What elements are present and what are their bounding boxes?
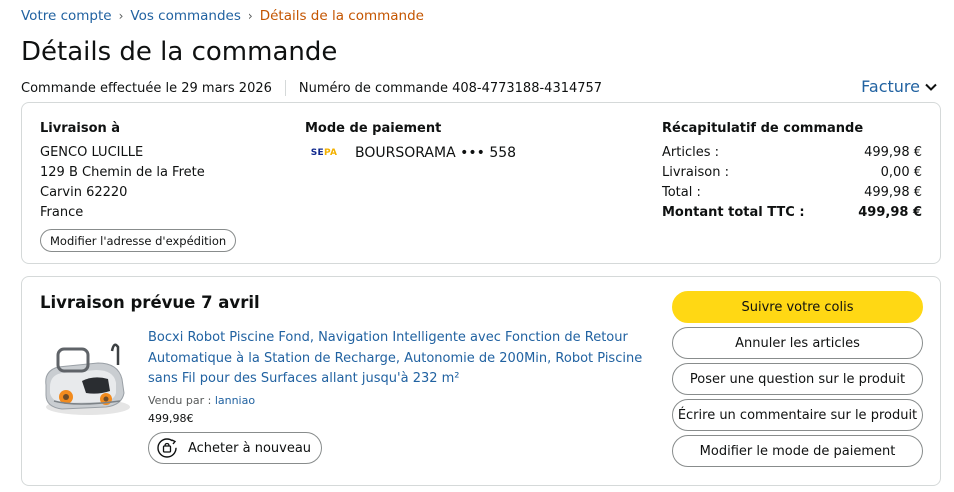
delivery-title: Livraison prévue 7 avril <box>40 293 260 312</box>
breadcrumb-your-account[interactable]: Votre compte <box>21 8 112 24</box>
meta-divider <box>284 80 286 96</box>
shipment-box: Livraison prévue 7 avril Bocxi Robot Pis… <box>21 276 941 486</box>
shipping-heading: Livraison à <box>40 121 121 136</box>
sepa-logo-icon: SE PA <box>305 144 343 162</box>
order-summary: Récapitulatif de commande Articles : 499… <box>662 120 922 223</box>
change-payment-button[interactable]: Modifier le mode de paiement <box>672 435 923 467</box>
breadcrumb: Votre compte › Vos commandes › Détails d… <box>21 8 424 24</box>
payment-method-text: BOURSORAMA ••• 558 <box>355 145 517 161</box>
summary-row-shipping: Livraison : 0,00 € <box>662 163 922 183</box>
write-review-button[interactable]: Écrire un commentaire sur le produit <box>672 399 923 431</box>
sepa-logo-text-2: PA <box>323 148 338 158</box>
summary-value: 0,00 € <box>880 165 922 180</box>
summary-value: 499,98 € <box>864 185 922 200</box>
order-date: Commande effectuée le 29 mars 2026 <box>21 80 272 96</box>
shipping-country: France <box>40 205 84 220</box>
sepa-logo-text-1: SE <box>310 148 324 158</box>
seller-link[interactable]: lanniao <box>215 394 255 407</box>
summary-row-grand-total: Montant total TTC : 499,98 € <box>662 203 922 223</box>
order-number: Numéro de commande 408-4773188-4314757 <box>298 80 603 96</box>
grand-total-label: Montant total TTC : <box>662 205 805 220</box>
shipping-name: GENCO LUCILLE <box>40 145 144 160</box>
payment-method: Mode de paiement SE PA BOURSORAMA ••• 558 <box>305 120 635 163</box>
summary-label: Livraison : <box>662 165 729 180</box>
breadcrumb-current: Détails de la commande <box>259 8 424 24</box>
shipping-street: 129 B Chemin de la Frete <box>40 165 205 180</box>
summary-row-total: Total : 499,98 € <box>662 183 922 203</box>
breadcrumb-separator: › <box>247 9 253 23</box>
chevron-down-icon <box>925 83 937 91</box>
cancel-items-button[interactable]: Annuler les articles <box>672 327 923 359</box>
reorder-icon <box>157 438 177 458</box>
product-info: Bocxi Robot Piscine Fond, Navigation Int… <box>148 328 648 425</box>
breadcrumb-your-orders[interactable]: Vos commandes <box>130 8 241 24</box>
shipping-city: Carvin 62220 <box>40 185 128 200</box>
sold-by: Vendu par : lanniao <box>148 394 648 407</box>
buy-again-button[interactable]: Acheter à nouveau <box>148 432 323 464</box>
page-title: Détails de la commande <box>21 37 338 67</box>
track-package-button[interactable]: Suivre votre colis <box>672 291 923 323</box>
shipment-actions: Suivre votre colis Annuler les articles … <box>672 291 923 471</box>
summary-label: Total : <box>662 185 701 200</box>
summary-value: 499,98 € <box>864 145 922 160</box>
breadcrumb-separator: › <box>118 9 124 23</box>
invoice-dropdown[interactable]: Facture <box>861 77 937 96</box>
payment-row: SE PA BOURSORAMA ••• 558 <box>305 143 635 163</box>
change-address-button[interactable]: Modifier l'adresse d'expédition <box>40 229 237 252</box>
shipping-address: Livraison à GENCO LUCILLE 129 B Chemin d… <box>40 120 280 252</box>
sold-by-label: Vendu par : <box>148 393 212 407</box>
grand-total-value: 499,98 € <box>858 205 922 220</box>
order-meta: Commande effectuée le 29 mars 2026 Numér… <box>21 80 602 96</box>
ask-question-button[interactable]: Poser une question sur le produit <box>672 363 923 395</box>
product-title-link[interactable]: Bocxi Robot Piscine Fond, Navigation Int… <box>148 328 648 390</box>
payment-heading: Mode de paiement <box>305 121 442 136</box>
summary-row-items: Articles : 499,98 € <box>662 143 922 163</box>
summary-heading: Récapitulatif de commande <box>662 121 864 136</box>
summary-label: Articles : <box>662 145 719 160</box>
product-image[interactable] <box>36 335 132 419</box>
invoice-label: Facture <box>861 77 920 96</box>
order-info-box: Livraison à GENCO LUCILLE 129 B Chemin d… <box>21 102 941 264</box>
buy-again-label: Acheter à nouveau <box>188 440 312 456</box>
product-price: 499,98€ <box>148 411 194 425</box>
